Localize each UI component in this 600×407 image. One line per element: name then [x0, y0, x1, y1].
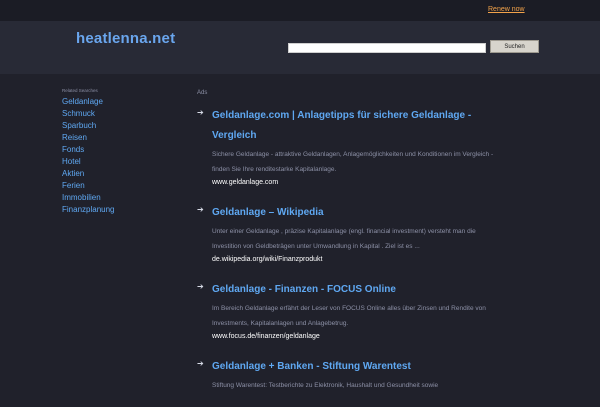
result-description: Stiftung Warentest: Testberichte zu Elek…: [212, 382, 439, 389]
result-item: ➔ Geldanlage + Banken - Stiftung Warente…: [197, 357, 497, 393]
result-url[interactable]: www.focus.de/finanzen/geldanlage: [212, 331, 497, 343]
result-description: Sichere Geldanlage - attraktive Geldanla…: [212, 151, 494, 173]
ads-results: Ads ➔ Geldanlage.com | Anlagetipps für s…: [197, 90, 497, 407]
sidebar-item-ferien[interactable]: Ferien: [62, 180, 172, 192]
search-input[interactable]: [288, 43, 486, 53]
search-button[interactable]: Suchen: [490, 40, 539, 53]
result-title-link[interactable]: Geldanlage - Finanzen - FOCUS Online: [212, 280, 497, 300]
arrow-right-icon: ➔: [197, 359, 204, 368]
sidebar-item-hotel[interactable]: Hotel: [62, 156, 172, 168]
result-item: ➔ Geldanlage – Wikipedia Unter einer Gel…: [197, 203, 497, 266]
arrow-right-icon: ➔: [197, 108, 204, 117]
arrow-right-icon: ➔: [197, 205, 204, 214]
sidebar-item-sparbuch[interactable]: Sparbuch: [62, 120, 172, 132]
ads-label: Ads: [197, 90, 208, 96]
sidebar-item-fonds[interactable]: Fonds: [62, 144, 172, 156]
sidebar-item-immobilien[interactable]: Immobilien: [62, 192, 172, 204]
sidebar-title: Related Searches: [62, 88, 98, 93]
site-logo[interactable]: heatlenna.net: [76, 30, 175, 47]
arrow-right-icon: ➔: [197, 282, 204, 291]
renew-now-link[interactable]: Renew now: [488, 6, 525, 13]
result-title-link[interactable]: Geldanlage + Banken - Stiftung Warentest: [212, 357, 497, 377]
result-url[interactable]: www.geldanlage.com: [212, 177, 497, 189]
sidebar-item-finanzplanung[interactable]: Finanzplanung: [62, 204, 172, 216]
result-description: Unter einer Geldanlage , präzise Kapital…: [212, 228, 476, 250]
sidebar-item-reisen[interactable]: Reisen: [62, 132, 172, 144]
top-bar: Renew now: [0, 0, 600, 21]
sidebar-item-schmuck[interactable]: Schmuck: [62, 108, 172, 120]
sidebar-item-aktien[interactable]: Aktien: [62, 168, 172, 180]
sidebar-item-geldanlage[interactable]: Geldanlage: [62, 96, 172, 108]
result-item: ➔ Geldanlage - Finanzen - FOCUS Online I…: [197, 280, 497, 343]
related-searches-sidebar: Related Searches Geldanlage Schmuck Spar…: [62, 88, 172, 216]
result-url[interactable]: de.wikipedia.org/wiki/Finanzprodukt: [212, 254, 497, 266]
result-title-link[interactable]: Geldanlage.com | Anlagetipps für sichere…: [212, 106, 497, 146]
result-title-link[interactable]: Geldanlage – Wikipedia: [212, 203, 497, 223]
result-item: ➔ Geldanlage.com | Anlagetipps für siche…: [197, 106, 497, 189]
result-description: Im Bereich Geldanlage erfährt der Leser …: [212, 305, 486, 327]
